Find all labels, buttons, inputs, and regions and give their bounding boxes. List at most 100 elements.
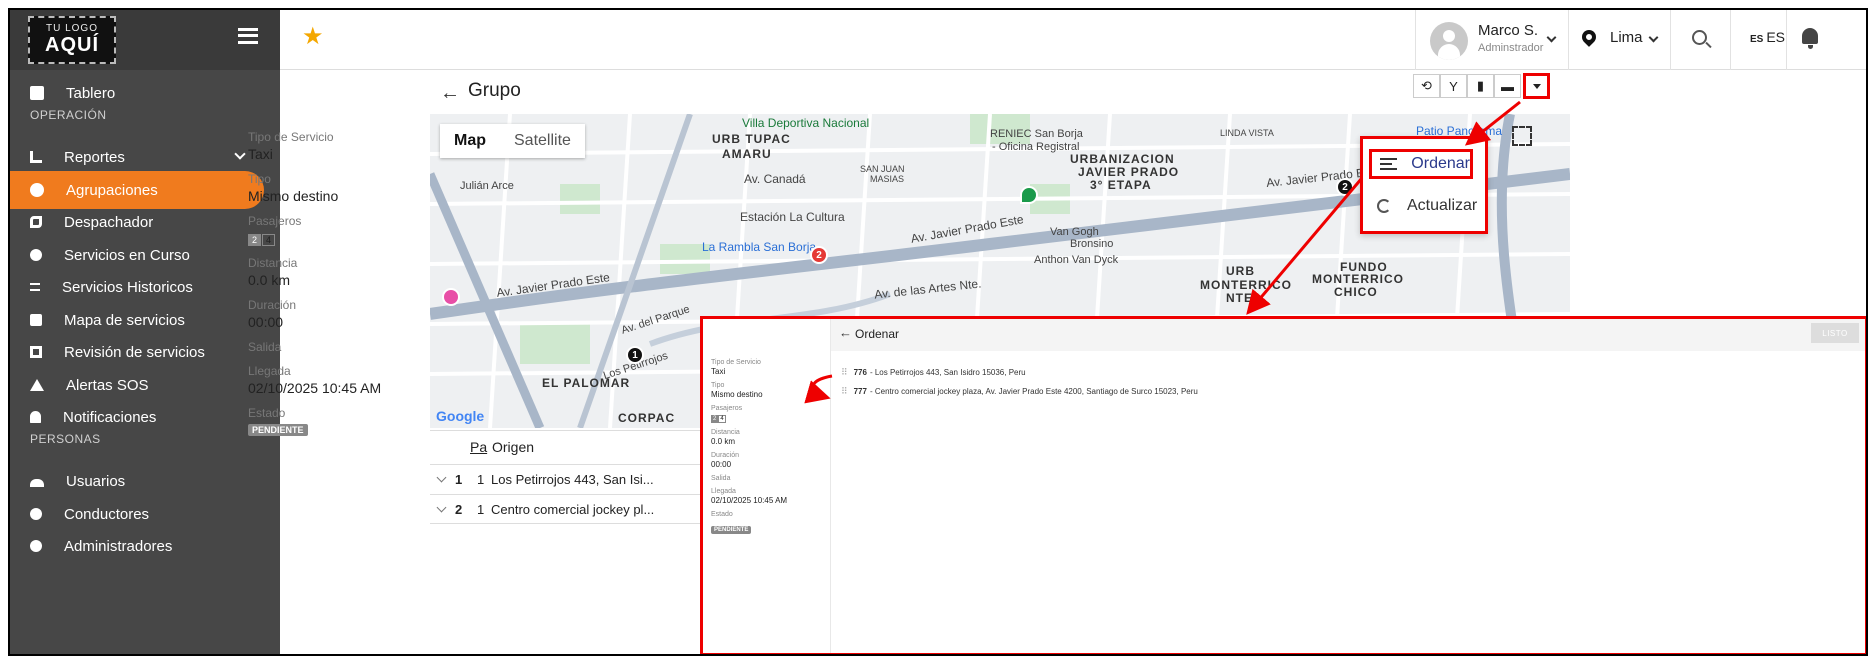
duracion-label: Duración (711, 452, 740, 459)
salida-label: Salida (711, 475, 731, 482)
map-label: Van Gogh (1050, 226, 1099, 238)
stops-table-header: Pa Origen (430, 430, 710, 464)
map-label: MONTERRICO (1200, 278, 1292, 292)
language-selector[interactable]: ES ES (1750, 29, 1785, 45)
map-label: MONTERRICO (1312, 272, 1404, 286)
star-icon[interactable]: ★ (302, 22, 324, 51)
map-label: URB (1226, 264, 1255, 278)
map-label: 3° ETAPA (1090, 178, 1152, 192)
logo[interactable]: TU LOGO AQUÍ (28, 16, 116, 64)
menu-item-actualizar[interactable]: Actualizar (1377, 197, 1477, 215)
map-marker-2[interactable]: 2 (810, 246, 828, 264)
drag-handle-icon[interactable]: ⠿ (841, 386, 848, 397)
estado-label: Estado (711, 511, 733, 518)
split-button[interactable]: Y (1440, 74, 1467, 98)
sidebar: TU LOGO AQUÍ Tablero OPERACIÓN Reportes … (10, 10, 280, 654)
user-role: Adminstrador (1478, 42, 1544, 54)
more-options-dropdown-button[interactable] (1523, 73, 1550, 99)
sidebar-item-notificaciones[interactable]: Notificaciones (10, 398, 280, 436)
notifications-bell-icon[interactable] (1802, 28, 1818, 49)
sidebar-item-label: Conductores (64, 505, 150, 523)
item-id: 777 (853, 387, 867, 396)
tipo-servicio-value: Taxi (711, 367, 726, 376)
tipo-servicio-label: Tipo de Servicio (248, 130, 334, 144)
map-label: MASIAS (870, 174, 905, 184)
divider (1670, 10, 1671, 70)
distancia-label: Distancia (711, 429, 740, 436)
inset-info: Tipo de Servicio Taxi Tipo Mismo destino… (711, 353, 827, 536)
chevron-down-icon (234, 148, 246, 160)
tab-satellite[interactable]: Satellite (500, 124, 585, 158)
duracion-value: 00:00 (248, 314, 284, 330)
user-name[interactable]: Marco S. (1478, 22, 1538, 39)
pasajeros-label: Pasajeros (711, 405, 743, 412)
sortable-item[interactable]: ⠿ 777 - Centro comercial jockey plaza, A… (841, 386, 1198, 397)
group-info-panel: Tipo de Servicio Taxi Tipo Mismo destino… (248, 120, 428, 438)
map-label: NTE (1226, 291, 1253, 305)
sortable-item[interactable]: ⠿ 776 - Los Petirrojos 443, San Isidro 1… (841, 367, 1026, 378)
hotel-icon (442, 288, 460, 306)
map-marker-2-destination[interactable]: 2 (1336, 178, 1354, 196)
pasajeros-count: 2 (248, 234, 262, 246)
chevron-down-icon[interactable] (1648, 32, 1659, 43)
driver-icon (30, 508, 42, 520)
car-button[interactable]: ▬ (1494, 74, 1521, 98)
chevron-down-icon[interactable] (436, 472, 447, 483)
table-row[interactable]: 2 1 Centro comercial jockey pl... (430, 494, 710, 524)
row-number: 1 (455, 472, 463, 487)
sidebar-item-administradores[interactable]: Administradores (10, 527, 280, 565)
warning-icon (30, 379, 44, 391)
review-icon (30, 346, 42, 358)
city-selector[interactable]: Lima (1610, 29, 1643, 46)
route-search-button[interactable]: ⟲ (1413, 74, 1440, 98)
search-icon[interactable] (1692, 30, 1707, 45)
column-pa: Pa (470, 439, 488, 455)
menu-icon[interactable] (238, 28, 258, 44)
map-label: La Rambla San Borja (702, 240, 817, 254)
tipo-value: Mismo destino (711, 390, 763, 399)
map-label: Anthon Van Dyck (1034, 254, 1119, 266)
sidebar-header: TU LOGO AQUÍ (10, 10, 280, 70)
map-label: CORPAC (618, 411, 676, 425)
map-label: URB TUPAC (712, 132, 791, 146)
column-origen: Origen (492, 439, 535, 455)
inset-title: Ordenar (855, 327, 900, 341)
drag-handle-icon[interactable]: ⠿ (841, 367, 848, 378)
llegada-value: 02/10/2025 10:45 AM (248, 380, 382, 396)
map-marker-1[interactable]: 1 (626, 346, 644, 364)
fullscreen-icon[interactable] (1512, 126, 1532, 146)
logo-text-bottom: AQUÍ (45, 34, 99, 56)
menu-item-ordenar[interactable]: Ordenar (1369, 149, 1473, 179)
map-label: - Oficina Registral (992, 141, 1080, 153)
distancia-value: 0.0 km (711, 437, 736, 446)
map-type-tabs: Map Satellite (440, 124, 585, 158)
sidebar-item-label: Agrupaciones (66, 181, 158, 199)
row-pa: 1 (477, 501, 485, 517)
map-label: CHICO (1334, 285, 1378, 299)
avatar[interactable] (1430, 22, 1468, 60)
sidebar-item-tablero[interactable]: Tablero (10, 74, 280, 112)
chevron-down-icon[interactable] (1546, 32, 1557, 43)
distancia-label: Distancia (248, 256, 298, 270)
chevron-down-icon[interactable] (436, 502, 447, 512)
route-icon (30, 249, 42, 261)
listo-button[interactable]: LISTO (1811, 323, 1859, 343)
map-label: RENIEC San Borja (990, 128, 1083, 140)
bell-icon (30, 411, 41, 423)
section-personas: PERSONAS (30, 432, 101, 446)
llegada-label: Llegada (711, 488, 736, 495)
pasajeros-value: 24 (248, 230, 428, 246)
dashboard-icon (30, 86, 44, 100)
bar-chart-icon (30, 151, 42, 163)
poi-icon (1020, 186, 1038, 204)
back-arrow-icon[interactable]: ← (839, 325, 852, 340)
item-id: 776 (853, 368, 867, 377)
back-arrow-icon[interactable]: ← (440, 82, 460, 105)
map-label: SAN JUAN (860, 164, 905, 174)
sidebar-item-label: Usuarios (66, 472, 126, 490)
users-icon (30, 479, 44, 487)
clipboard-button[interactable]: ▮ (1467, 74, 1494, 98)
tab-map[interactable]: Map (440, 124, 500, 158)
table-row[interactable]: 1 1 Los Petirrojos 443, San Isi... (430, 464, 710, 494)
sidebar-item-label: Notificaciones (63, 408, 157, 426)
